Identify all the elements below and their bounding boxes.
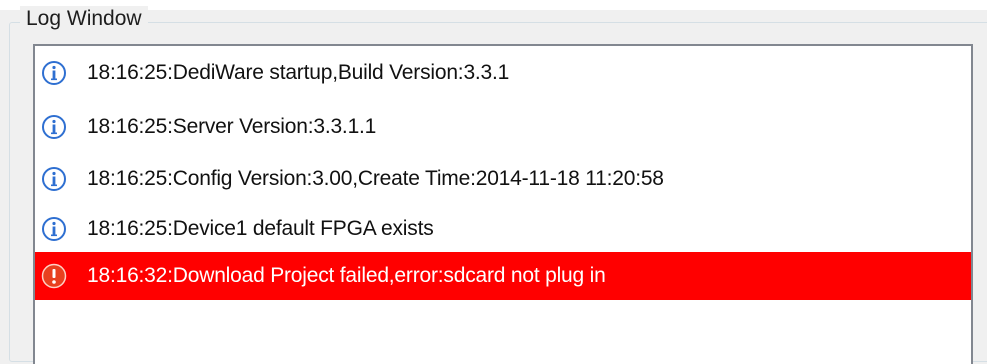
- top-cropped-strip: [0, 0, 987, 10]
- log-text: 18:16:25:Device1 default FPGA exists: [87, 217, 434, 240]
- log-text: 18:16:25:Config Version:3.00,Create Time…: [87, 167, 664, 190]
- log-row[interactable]: 18:16:25:Server Version:3.3.1.1: [35, 104, 971, 150]
- log-text: 18:16:25:DediWare startup,Build Version:…: [87, 61, 510, 84]
- log-row[interactable]: 18:16:25:Device1 default FPGA exists: [35, 206, 971, 252]
- info-icon: [41, 166, 67, 192]
- log-text: 18:16:32:Download Project failed,error:s…: [87, 264, 606, 287]
- info-icon: [41, 60, 67, 86]
- log-list[interactable]: 18:16:25:DediWare startup,Build Version:…: [33, 44, 973, 364]
- error-icon: [41, 263, 67, 289]
- log-row[interactable]: 18:16:25:DediWare startup,Build Version:…: [35, 50, 971, 96]
- log-text: 18:16:25:Server Version:3.3.1.1: [87, 115, 377, 138]
- log-row[interactable]: 18:16:25:Config Version:3.00,Create Time…: [35, 156, 971, 202]
- info-icon: [41, 114, 67, 140]
- info-icon: [41, 216, 67, 242]
- log-window-title: Log Window: [20, 6, 148, 32]
- log-row-error[interactable]: 18:16:32:Download Project failed,error:s…: [35, 252, 971, 300]
